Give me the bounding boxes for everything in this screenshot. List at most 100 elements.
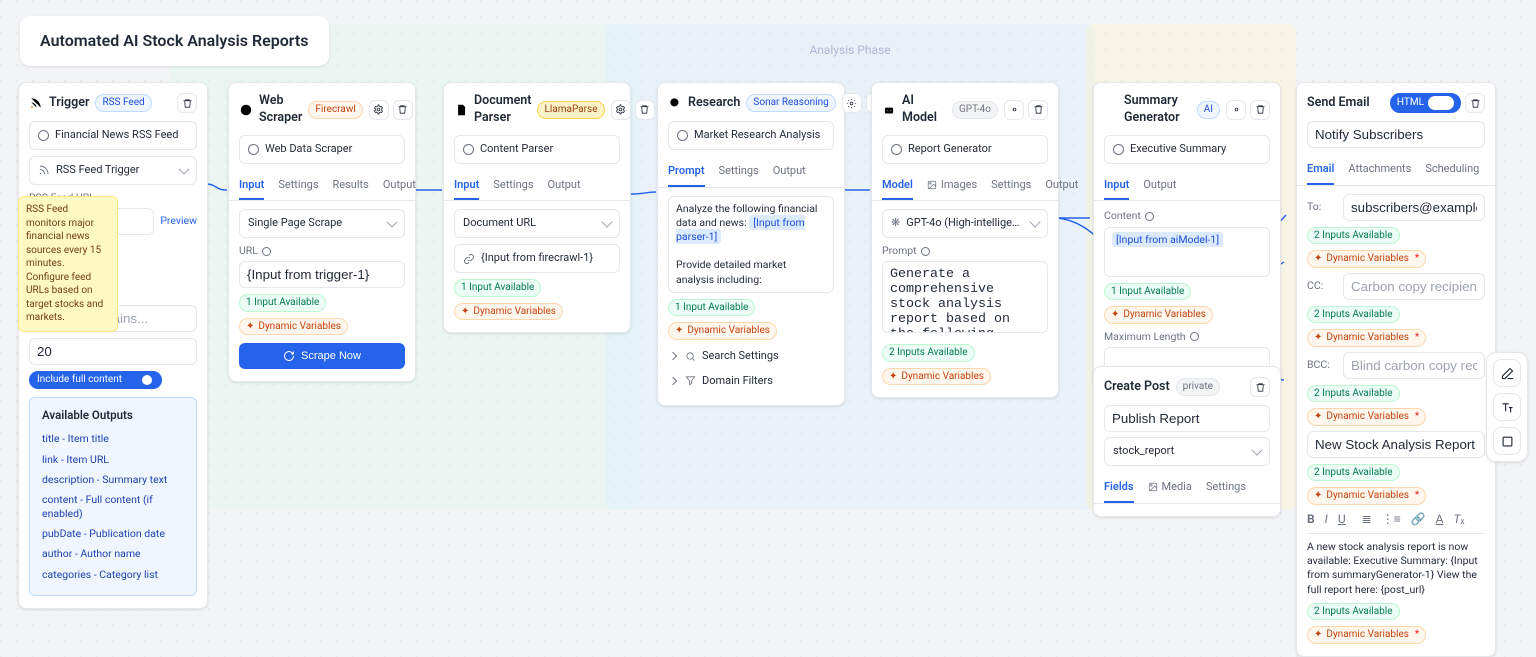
dyn-vars-chip[interactable]: ✦Dynamic Variables <box>882 368 991 386</box>
node-ai-model[interactable]: AI Model GPT-4o Report Generator Model I… <box>871 82 1059 398</box>
tab-settings[interactable]: Settings <box>493 172 533 201</box>
tab-scheduling[interactable]: Scheduling <box>1425 156 1479 185</box>
email-name-input[interactable] <box>1307 121 1485 148</box>
tab-settings[interactable]: Settings <box>719 158 759 187</box>
include-content-toggle[interactable]: Include full content <box>29 371 162 389</box>
email-body[interactable]: A new stock analysis report is now avail… <box>1307 540 1485 597</box>
inputs-chip[interactable]: 1 Input Available <box>239 294 326 312</box>
node-create-post[interactable]: Create Post private stock_report Fields … <box>1093 366 1281 517</box>
settings-button[interactable] <box>1004 100 1024 120</box>
settings-button[interactable] <box>611 100 631 120</box>
node-document-parser[interactable]: Document Parser LlamaParse Content Parse… <box>443 82 631 333</box>
tab-output[interactable]: Output <box>773 158 806 187</box>
node-summary-generator[interactable]: Summary Generator AI Executive Summary I… <box>1093 82 1281 387</box>
tab-output[interactable]: Output <box>383 172 416 201</box>
inputs-chip[interactable]: 2 Inputs Available <box>882 344 975 362</box>
tab-settings[interactable]: Settings <box>991 172 1031 201</box>
trigger-type-select[interactable]: RSS Feed Trigger <box>29 156 197 185</box>
preview-link[interactable]: Preview <box>160 214 197 228</box>
delete-button[interactable] <box>1028 100 1048 120</box>
tab-output[interactable]: Output <box>1143 172 1176 201</box>
node-research[interactable]: Research Sonar Reasoning Market Research… <box>657 82 845 406</box>
post-name-input[interactable] <box>1104 405 1270 432</box>
content-textarea[interactable]: [Input from aiModel-1] <box>1104 227 1270 277</box>
dyn-vars-chip[interactable]: ✦Dynamic Variables* <box>1307 329 1426 347</box>
acc-domain-filters[interactable]: Domain Filters <box>668 369 834 394</box>
edit-button[interactable] <box>1493 359 1521 387</box>
tab-attachments[interactable]: Attachments <box>1348 156 1411 185</box>
prompt-textarea[interactable]: Generate a comprehensive stock analysis … <box>882 261 1048 333</box>
rich-text-toolbar[interactable]: B I U ≣ ⋮≡ 🔗 A Tₓ <box>1307 511 1485 534</box>
name-field[interactable]: Content Parser <box>454 135 620 164</box>
dyn-vars-chip[interactable]: ✦Dynamic Variables <box>668 322 777 340</box>
inputs-chip[interactable]: 2 Inputs Available <box>1307 227 1400 245</box>
dyn-vars-chip[interactable]: ✦Dynamic Variables* <box>1307 408 1426 426</box>
prompt-textarea[interactable]: Analyze the following financial data and… <box>668 196 834 293</box>
italic-button[interactable]: I <box>1325 511 1328 527</box>
delete-button[interactable] <box>177 93 197 113</box>
name-field[interactable]: Market Research Analysis <box>668 121 834 150</box>
name-field[interactable]: Executive Summary <box>1104 135 1270 164</box>
ol-button[interactable]: ⋮≡ <box>1382 511 1401 527</box>
delete-button[interactable] <box>1250 100 1270 120</box>
tab-prompt[interactable]: Prompt <box>668 158 705 187</box>
tab-input[interactable]: Input <box>454 172 479 201</box>
inputs-chip[interactable]: 1 Input Available <box>668 299 755 317</box>
tab-input[interactable]: Input <box>1104 172 1129 201</box>
inputs-chip[interactable]: 1 Input Available <box>1104 283 1191 301</box>
bcc-input[interactable] <box>1343 352 1485 379</box>
scrape-now-button[interactable]: Scrape Now <box>239 343 405 369</box>
post-type-select[interactable]: stock_report <box>1104 437 1270 466</box>
clear-button[interactable]: Tₓ <box>1453 511 1464 527</box>
limit-input[interactable] <box>29 338 197 365</box>
delete-button[interactable] <box>1465 93 1485 113</box>
acc-search-settings[interactable]: Search Settings <box>668 344 834 369</box>
inputs-chip[interactable]: 2 Inputs Available <box>1307 603 1400 621</box>
name-field[interactable]: Web Data Scraper <box>239 135 405 164</box>
node-web-scraper[interactable]: Web Scraper Firecrawl Web Data Scraper I… <box>228 82 416 382</box>
dyn-vars-chip[interactable]: ✦Dynamic Variables <box>239 318 348 336</box>
delete-button[interactable] <box>393 100 413 120</box>
dyn-vars-chip[interactable]: ✦Dynamic Variables <box>1104 306 1213 324</box>
url-value[interactable]: {Input from firecrawl-1} <box>454 244 620 273</box>
settings-button[interactable] <box>842 93 862 113</box>
html-toggle[interactable]: HTML <box>1390 93 1461 113</box>
node-send-email[interactable]: Send Email HTML Email Attachments Schedu… <box>1296 82 1496 657</box>
settings-button[interactable] <box>369 100 389 120</box>
dyn-vars-chip[interactable]: ✦Dynamic Variables* <box>1307 626 1426 644</box>
model-select[interactable]: ❋GPT-4o (High-intelligence flagship mode… <box>882 209 1048 238</box>
tab-settings[interactable]: Settings <box>278 172 318 201</box>
inputs-chip[interactable]: 2 Inputs Available <box>1307 385 1400 403</box>
inputs-chip[interactable]: 2 Inputs Available <box>1307 306 1400 324</box>
sticky-note[interactable]: RSS Feed monitors major financial news s… <box>18 196 118 332</box>
mode-select[interactable]: Document URL <box>454 209 620 238</box>
name-field[interactable]: Financial News RSS Feed <box>29 121 197 150</box>
cc-input[interactable] <box>1343 273 1485 300</box>
tab-input[interactable]: Input <box>239 172 264 201</box>
tab-fields[interactable]: Fields <box>1104 474 1134 503</box>
dyn-vars-chip[interactable]: ✦Dynamic Variables* <box>1307 250 1426 268</box>
link-button[interactable]: 🔗 <box>1411 511 1426 527</box>
dyn-vars-chip[interactable]: ✦Dynamic Variables* <box>1307 487 1426 505</box>
tab-settings[interactable]: Settings <box>1206 474 1246 503</box>
shape-button[interactable] <box>1493 427 1521 455</box>
mode-select[interactable]: Single Page Scrape <box>239 209 405 238</box>
tab-media[interactable]: Media <box>1148 474 1192 503</box>
subject-input[interactable] <box>1307 431 1485 458</box>
delete-button[interactable] <box>635 100 655 120</box>
to-input[interactable] <box>1343 194 1485 221</box>
settings-button[interactable] <box>1226 100 1246 120</box>
tab-email[interactable]: Email <box>1307 156 1334 185</box>
tab-output[interactable]: Output <box>548 172 581 201</box>
inputs-chip[interactable]: 1 Input Available <box>454 279 541 297</box>
tab-output[interactable]: Output <box>1045 172 1078 201</box>
tab-results[interactable]: Results <box>333 172 369 201</box>
text-tool-button[interactable] <box>1493 393 1521 421</box>
url-input[interactable] <box>239 261 405 288</box>
tab-images[interactable]: Images <box>927 172 977 201</box>
list-button[interactable]: ≣ <box>1362 511 1372 527</box>
node-trigger[interactable]: Trigger RSS Feed Financial News RSS Feed… <box>18 82 208 609</box>
color-button[interactable]: A <box>1436 511 1444 527</box>
name-field[interactable]: Report Generator <box>882 135 1048 164</box>
dyn-vars-chip[interactable]: ✦Dynamic Variables <box>454 303 563 321</box>
